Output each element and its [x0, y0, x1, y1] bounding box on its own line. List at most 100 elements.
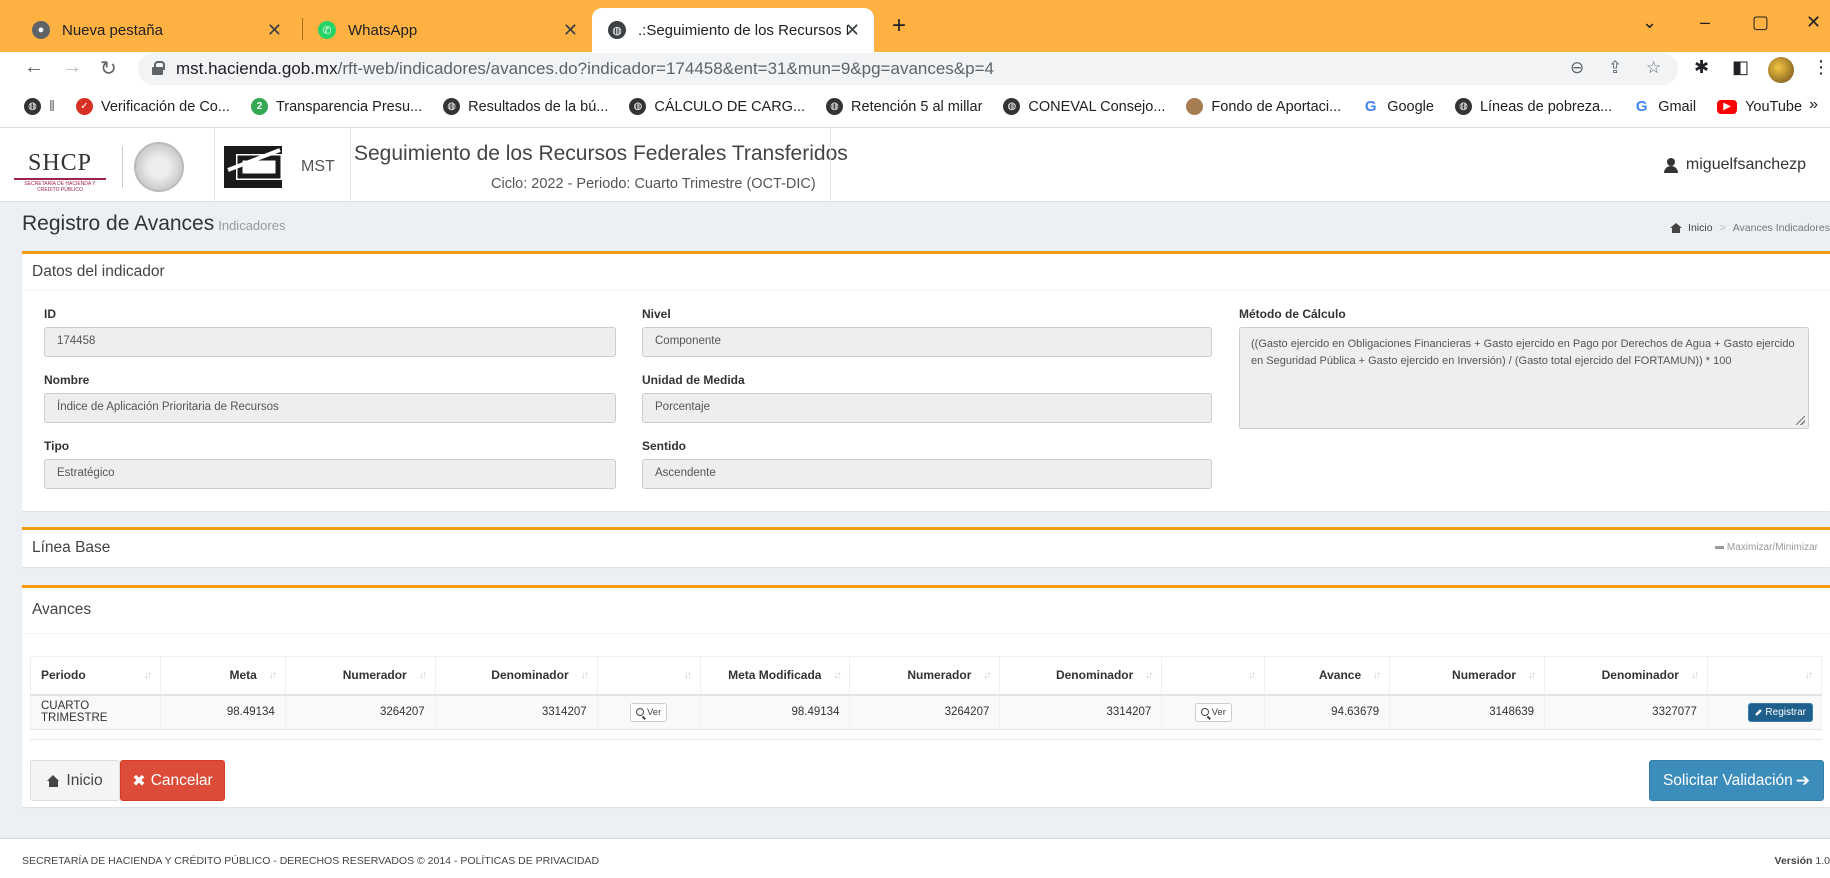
bookmark-item[interactable]: ◍ Resultados de la bú... — [443, 98, 608, 115]
window-close-icon[interactable]: ✕ — [1806, 12, 1821, 33]
circle-icon — [1186, 98, 1204, 115]
resize-handle-icon[interactable] — [1796, 416, 1805, 425]
column-header[interactable]: Meta Modificada ↓↑ — [699, 656, 851, 696]
field-metodo-calculo[interactable]: ((Gasto ejercido en Obligaciones Financi… — [1239, 327, 1809, 429]
bookmarks-bar: ◍ ‖ ✓ Verificación de Co... 2 Transparencia… — [0, 86, 1830, 128]
shield-icon: ✓ — [76, 98, 93, 115]
cell-denominador-mod: 3314207 — [999, 694, 1163, 730]
footer-text: SECRETARÍA DE HACIENDA Y CRÉDITO PÚBLICO… — [22, 855, 600, 867]
app-subtitle: Ciclo: 2022 - Periodo: Cuarto Trimestre … — [491, 176, 816, 192]
sort-icon: ↓↑ — [1528, 670, 1536, 681]
field-nombre[interactable]: Índice de Aplicación Prioritaria de Recu… — [44, 393, 616, 423]
column-header[interactable]: Denominador ↓↑ — [1544, 656, 1708, 696]
field-unidad[interactable]: Porcentaje — [642, 393, 1212, 423]
chevron-double-right-icon[interactable]: » — [1809, 96, 1818, 114]
sidepanel-icon[interactable]: ◧ — [1732, 57, 1749, 78]
label-sentido: Sentido — [642, 439, 686, 453]
box-title: Línea Base — [32, 539, 111, 556]
bookmark-label: Líneas de pobreza... — [1479, 98, 1613, 115]
sort-icon: ↓↑ — [833, 670, 841, 681]
column-header[interactable]: Meta ↓↑ — [159, 656, 286, 696]
bookmark-item[interactable]: ▶ YouTube — [1717, 99, 1802, 115]
close-icon[interactable]: ✕ — [563, 20, 578, 41]
tab-whatsapp[interactable]: ✆ WhatsApp ✕ — [302, 8, 592, 52]
bookmark-item[interactable]: ◍ Líneas de pobreza... — [1454, 98, 1613, 115]
column-header[interactable]: Periodo ↓↑ — [30, 656, 161, 696]
globe-icon: ◍ — [1003, 98, 1021, 115]
breadcrumb-separator: > — [1719, 222, 1726, 234]
breadcrumb-current: Avances Indicadores — [1732, 222, 1830, 234]
column-header[interactable]: Numerador ↓↑ — [284, 656, 436, 696]
user-menu[interactable]: miguelfsanchezp — [1663, 156, 1806, 174]
menu-icon[interactable]: ⋮ — [1812, 57, 1830, 78]
breadcrumb-inicio[interactable]: Inicio — [1688, 222, 1713, 234]
bookmark-item[interactable]: G Google — [1362, 98, 1434, 115]
linea-base-box: Línea Base Maximizar/Minimizar — [22, 527, 1830, 567]
tab-nueva-pestana[interactable]: ● Nueva pestaña ✕ — [16, 8, 296, 52]
column-header[interactable]: ↓↑ — [1161, 656, 1266, 696]
bookmark-item[interactable]: ◍ CONEVAL Consejo... — [1003, 98, 1165, 115]
toggle-label: Maximizar/Minimizar — [1726, 542, 1818, 553]
back-icon[interactable]: ← — [24, 56, 44, 79]
column-header[interactable]: ↓↑ — [596, 656, 701, 696]
tab-seguimiento[interactable]: ◍ .:Seguimiento de los Recursos Fe ✕ — [592, 8, 874, 52]
field-sentido[interactable]: Ascendente — [642, 459, 1212, 489]
column-header-label: Meta Modificada — [728, 668, 822, 683]
bookmark-item[interactable]: ✓ Verificación de Co... — [76, 98, 230, 115]
field-nivel[interactable]: Componente — [642, 327, 1212, 357]
label-nombre: Nombre — [44, 373, 90, 387]
chevron-down-icon[interactable]: ⌄ — [1642, 12, 1657, 33]
cancelar-button[interactable]: ✖ Cancelar — [120, 760, 225, 801]
close-icon[interactable]: ✕ — [845, 20, 860, 41]
minimize-icon[interactable]: – — [1700, 12, 1710, 33]
star-icon[interactable]: ☆ — [1646, 58, 1661, 78]
sort-icon: ↓↑ — [143, 670, 152, 681]
share-icon[interactable]: ⇪ — [1608, 58, 1622, 78]
cell-numerador: 3264207 — [284, 694, 436, 730]
maximize-icon[interactable]: ▢ — [1752, 12, 1769, 33]
url-input[interactable]: mst.hacienda.gob.mx/rft-web/indicadores/… — [138, 53, 1678, 85]
circle-icon: 2 — [250, 98, 268, 115]
column-header-label: Denominador — [1601, 668, 1679, 683]
page-footer: SECRETARÍA DE HACIENDA Y CRÉDITO PÚBLICO… — [0, 838, 1830, 878]
column-header[interactable]: Avance ↓↑ — [1264, 656, 1391, 696]
ver-label: Ver — [1211, 706, 1226, 718]
bookmark-item[interactable]: ◍ CÁLCULO DE CARG... — [629, 98, 805, 115]
column-header[interactable]: ↓↑ — [1706, 656, 1823, 696]
field-tipo[interactable]: Estratégico — [44, 459, 616, 489]
bookmark-item[interactable]: Fondo de Aportaci... — [1186, 98, 1341, 115]
cell-periodo: CUARTO TRIMESTRE — [30, 694, 161, 730]
field-id[interactable]: 174458 — [44, 327, 616, 357]
inicio-button[interactable]: Inicio — [30, 760, 120, 801]
toggle-button[interactable]: Maximizar/Minimizar — [1714, 542, 1818, 553]
bookmark-label: CONEVAL Consejo... — [1028, 98, 1166, 115]
bookmark-item[interactable]: 2 Transparencia Presu... — [250, 98, 422, 115]
dashboard-icon — [1670, 223, 1683, 233]
bookmark-item[interactable]: G Gmail — [1633, 98, 1696, 115]
search-icon — [1200, 708, 1209, 717]
column-header[interactable]: Denominador ↓↑ — [999, 656, 1163, 696]
forward-icon[interactable]: → — [62, 56, 82, 79]
bookmark-apps[interactable]: ◍ ‖ — [24, 98, 55, 115]
column-header[interactable]: Numerador ↓↑ — [849, 656, 1001, 696]
avances-table: Periodo ↓↑ Meta ↓↑ Numerador ↓↑ Denominador… — [30, 656, 1823, 730]
solicitar-label: Solicitar Validación — [1662, 771, 1793, 789]
bookmark-item[interactable]: ◍ Retención 5 al millar — [826, 98, 982, 115]
column-header[interactable]: Numerador ↓↑ — [1389, 656, 1546, 696]
sort-icon: ↓↑ — [1690, 670, 1699, 681]
close-icon[interactable]: ✕ — [267, 20, 282, 41]
extensions-icon[interactable]: ✱ — [1694, 57, 1709, 78]
solicitar-validacion-button[interactable]: Solicitar Validación ➔ — [1649, 760, 1824, 801]
registrar-label: Registrar — [1765, 706, 1806, 718]
sort-icon: ↓↑ — [1145, 670, 1153, 681]
reload-icon[interactable]: ↻ — [100, 56, 117, 81]
column-header[interactable]: Denominador ↓↑ — [434, 656, 598, 696]
new-tab-button[interactable]: + — [892, 12, 906, 40]
registrar-button[interactable]: Registrar — [1748, 702, 1813, 722]
zoom-icon[interactable]: ⊖ — [1570, 58, 1584, 78]
bookmark-label: CÁLCULO DE CARG... — [654, 98, 806, 115]
sort-icon: ↓↑ — [580, 670, 589, 681]
ver-button[interactable]: Ver — [1194, 702, 1232, 722]
profile-avatar[interactable] — [1768, 57, 1794, 83]
ver-button[interactable]: Ver — [629, 702, 668, 722]
